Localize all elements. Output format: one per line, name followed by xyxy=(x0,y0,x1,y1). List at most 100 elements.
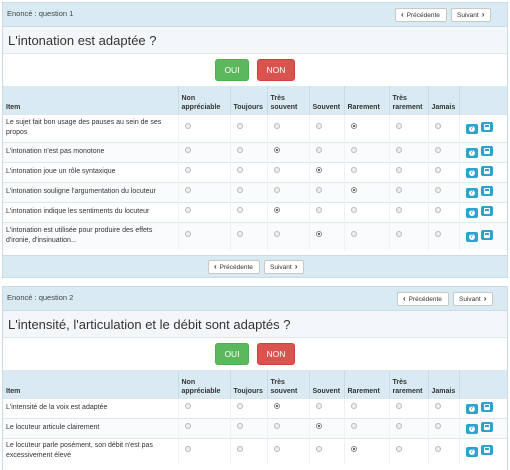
help-button[interactable]: ? xyxy=(465,168,478,178)
rating-radio[interactable] xyxy=(236,187,243,193)
rating-radio[interactable] xyxy=(184,423,191,429)
rating-radio[interactable] xyxy=(350,231,357,238)
bottom-nav: ‹ Précédente Suivant › xyxy=(208,260,304,274)
rating-radio[interactable] xyxy=(434,147,441,153)
rating-radio[interactable] xyxy=(236,167,243,173)
rating-radio[interactable] xyxy=(350,207,357,213)
rating-cell xyxy=(178,417,231,438)
save-button[interactable] xyxy=(480,402,493,412)
help-button[interactable]: ? xyxy=(465,208,478,218)
save-button[interactable] xyxy=(480,445,493,456)
rating-radio[interactable] xyxy=(315,207,322,213)
rating-radio[interactable] xyxy=(395,123,402,129)
help-button[interactable]: ? xyxy=(465,447,478,458)
previous-button[interactable]: ‹ Précédente xyxy=(208,260,260,274)
help-button[interactable]: ? xyxy=(465,424,478,434)
previous-button[interactable]: ‹ Précédente xyxy=(397,292,449,306)
rating-radio[interactable] xyxy=(273,423,280,429)
save-button[interactable] xyxy=(480,122,493,132)
rating-radio[interactable] xyxy=(434,123,441,129)
help-button[interactable]: ? xyxy=(465,404,478,414)
item-text: L'intonation est utilisée pour produire … xyxy=(3,221,179,250)
help-button[interactable]: ? xyxy=(465,148,478,158)
rating-radio[interactable] xyxy=(315,423,322,429)
rating-radio[interactable] xyxy=(184,167,191,173)
previous-button[interactable]: ‹ Précédente xyxy=(395,8,447,22)
col-tres-rarement: Très rarement xyxy=(389,86,429,114)
rating-radio[interactable] xyxy=(184,147,191,153)
help-button[interactable]: ? xyxy=(465,188,478,198)
rating-radio[interactable] xyxy=(434,187,441,193)
rating-radio[interactable] xyxy=(273,123,280,129)
rating-radio[interactable] xyxy=(273,187,280,193)
rating-radio[interactable] xyxy=(236,403,243,409)
next-button[interactable]: Suivant › xyxy=(453,292,493,306)
rating-radio[interactable] xyxy=(434,231,441,238)
rating-radio[interactable] xyxy=(434,423,441,429)
save-button[interactable] xyxy=(480,230,493,241)
non-button[interactable]: NON xyxy=(257,59,295,81)
rating-radio[interactable] xyxy=(350,446,357,453)
rating-radio[interactable] xyxy=(315,403,322,409)
rating-radio[interactable] xyxy=(236,207,243,213)
rating-radio[interactable] xyxy=(350,187,357,193)
oui-button[interactable]: OUI xyxy=(215,343,249,365)
rating-radio[interactable] xyxy=(236,446,243,453)
rating-radio[interactable] xyxy=(395,231,402,238)
rating-radio[interactable] xyxy=(273,403,280,409)
rating-radio[interactable] xyxy=(395,423,402,429)
rating-radio[interactable] xyxy=(236,423,243,429)
rating-radio[interactable] xyxy=(184,207,191,213)
save-button[interactable] xyxy=(480,186,493,196)
rating-radio[interactable] xyxy=(395,207,402,213)
save-button[interactable] xyxy=(480,422,493,432)
rating-cell xyxy=(428,437,460,464)
help-button[interactable]: ? xyxy=(465,232,478,243)
rating-radio[interactable] xyxy=(350,147,357,153)
rating-radio[interactable] xyxy=(315,231,322,238)
rating-radio[interactable] xyxy=(434,207,441,213)
rating-radio[interactable] xyxy=(434,446,441,453)
rating-radio[interactable] xyxy=(315,123,322,129)
save-button[interactable] xyxy=(480,146,493,156)
rating-radio[interactable] xyxy=(236,231,243,238)
rating-radio[interactable] xyxy=(315,446,322,453)
rating-radio[interactable] xyxy=(184,123,191,129)
oui-button[interactable]: OUI xyxy=(215,59,249,81)
rating-radio[interactable] xyxy=(350,167,357,173)
rating-radio[interactable] xyxy=(273,147,280,153)
rating-radio[interactable] xyxy=(184,446,191,453)
rating-radio[interactable] xyxy=(315,167,322,173)
question-header: Enoncé : question 1 ‹ Précédente Suivant… xyxy=(3,3,507,27)
rating-radio[interactable] xyxy=(273,167,280,173)
rating-radio[interactable] xyxy=(395,147,402,153)
rating-radio[interactable] xyxy=(184,187,191,193)
rating-radio[interactable] xyxy=(236,147,243,153)
rating-radio[interactable] xyxy=(184,231,191,238)
question-label: Enoncé : question 1 xyxy=(7,9,74,18)
rating-cell xyxy=(389,141,429,162)
save-button[interactable] xyxy=(480,166,493,176)
save-button[interactable] xyxy=(480,206,493,216)
help-button[interactable]: ? xyxy=(465,124,478,134)
rating-radio[interactable] xyxy=(350,123,357,129)
next-button[interactable]: Suivant › xyxy=(264,260,304,274)
rating-radio[interactable] xyxy=(273,207,280,213)
rating-radio[interactable] xyxy=(315,147,322,153)
rating-radio[interactable] xyxy=(434,167,441,173)
rating-radio[interactable] xyxy=(236,123,243,129)
rating-cell xyxy=(428,113,460,142)
rating-radio[interactable] xyxy=(350,423,357,429)
rating-radio[interactable] xyxy=(273,446,280,453)
rating-radio[interactable] xyxy=(395,167,402,173)
rating-radio[interactable] xyxy=(395,187,402,193)
next-button[interactable]: Suivant › xyxy=(451,8,491,22)
rating-radio[interactable] xyxy=(315,187,322,193)
rating-radio[interactable] xyxy=(395,446,402,453)
rating-radio[interactable] xyxy=(350,403,357,409)
rating-radio[interactable] xyxy=(184,403,191,409)
rating-radio[interactable] xyxy=(395,403,402,409)
rating-radio[interactable] xyxy=(434,403,441,409)
non-button[interactable]: NON xyxy=(257,343,295,365)
rating-radio[interactable] xyxy=(273,231,280,238)
